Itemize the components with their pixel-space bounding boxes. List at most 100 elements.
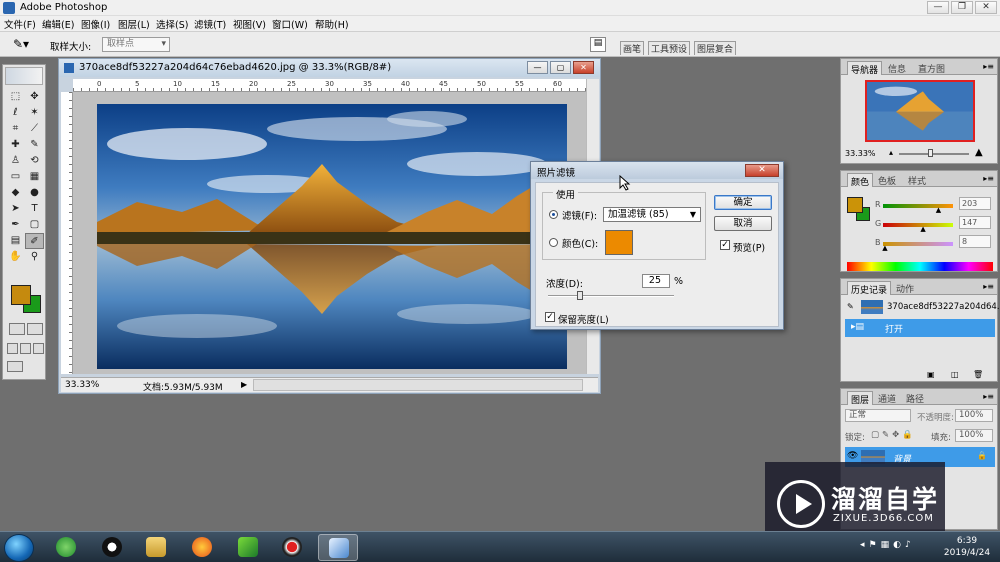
- status-menu-arrow-icon[interactable]: ▶: [241, 380, 247, 389]
- zoom-tool-icon[interactable]: ⚲: [25, 249, 44, 265]
- taskbar-app-recorder[interactable]: [272, 534, 312, 561]
- tab-histogram[interactable]: 直方图: [915, 61, 948, 75]
- panel-menu-icon[interactable]: ▸≡: [983, 62, 994, 71]
- restore-button[interactable]: ❐: [951, 1, 973, 14]
- minimize-button[interactable]: —: [927, 1, 949, 14]
- tab-channels[interactable]: 通道: [875, 391, 899, 405]
- zoom-in-icon[interactable]: ▲: [975, 147, 983, 158]
- color-radio[interactable]: [549, 238, 558, 247]
- blend-mode-select[interactable]: 正常: [845, 409, 911, 422]
- menu-edit[interactable]: 编辑(E): [42, 17, 74, 31]
- blur-tool-icon[interactable]: ◆: [6, 185, 25, 201]
- g-slider-thumb[interactable]: ▲: [920, 225, 925, 233]
- new-snapshot-icon[interactable]: ◫: [951, 370, 959, 379]
- history-step-row[interactable]: ▸▤ 打开: [845, 319, 995, 337]
- palette-well-icon[interactable]: ▤: [590, 37, 606, 52]
- dialog-close-button[interactable]: ✕: [745, 164, 779, 177]
- zoom-out-icon[interactable]: ▴: [889, 148, 893, 157]
- menu-image[interactable]: 图像(I): [81, 17, 110, 31]
- menu-help[interactable]: 帮助(H): [315, 17, 349, 31]
- move-tool-icon[interactable]: ✥: [25, 89, 44, 105]
- ok-button[interactable]: 确定: [714, 195, 772, 210]
- eyedropper-tool-icon[interactable]: ✐: [25, 233, 44, 249]
- horizontal-scrollbar[interactable]: [253, 379, 583, 391]
- sample-size-select[interactable]: 取样点 ▾: [102, 37, 170, 52]
- panel-foreground-swatch[interactable]: [847, 197, 863, 213]
- menu-select[interactable]: 选择(S): [156, 17, 188, 31]
- panel-menu-icon[interactable]: ▸≡: [983, 392, 994, 401]
- marquee-tool-icon[interactable]: ⬚: [6, 89, 25, 105]
- taskbar-app-photoshop[interactable]: [318, 534, 358, 561]
- healing-brush-tool-icon[interactable]: ✚: [6, 137, 25, 153]
- g-slider[interactable]: [883, 223, 953, 227]
- tab-color[interactable]: 颜色: [847, 173, 874, 188]
- close-button[interactable]: ✕: [975, 1, 997, 14]
- b-value[interactable]: 8: [959, 235, 991, 248]
- filter-color-swatch[interactable]: [605, 230, 633, 255]
- g-value[interactable]: 147: [959, 216, 991, 229]
- filter-select[interactable]: 加温滤镜 (85) ▼: [603, 207, 701, 222]
- document-maximize-button[interactable]: ▢: [550, 61, 571, 74]
- navigator-zoom-slider[interactable]: [899, 153, 969, 155]
- screen-mode-standard-icon[interactable]: [7, 343, 18, 354]
- navigator-thumbnail[interactable]: [865, 80, 975, 142]
- density-slider-track[interactable]: [548, 295, 674, 297]
- clock[interactable]: 6:39 2019/4/24: [938, 535, 996, 559]
- foreground-color-swatch[interactable]: [11, 285, 31, 305]
- jump-to-imageready-icon[interactable]: [7, 361, 23, 372]
- menu-filter[interactable]: 滤镜(T): [194, 17, 226, 31]
- tab-history[interactable]: 历史记录: [847, 281, 892, 296]
- tab-actions[interactable]: 动作: [893, 281, 917, 295]
- fill-input[interactable]: 100%: [955, 429, 993, 442]
- history-snapshot-row[interactable]: ✎ 370ace8df53227a204d64...: [845, 298, 1000, 316]
- brush-tool-icon[interactable]: ✎: [25, 137, 44, 153]
- document-minimize-button[interactable]: —: [527, 61, 548, 74]
- gradient-tool-icon[interactable]: ▦: [25, 169, 44, 185]
- dodge-tool-icon[interactable]: ●: [25, 185, 44, 201]
- standard-mode-icon[interactable]: [9, 323, 25, 335]
- opacity-input[interactable]: 100%: [955, 409, 993, 422]
- lasso-tool-icon[interactable]: ℓ: [6, 105, 25, 121]
- menu-file[interactable]: 文件(F): [4, 17, 36, 31]
- type-tool-icon[interactable]: T: [25, 201, 44, 217]
- tab-swatches[interactable]: 色板: [875, 173, 899, 187]
- b-slider[interactable]: [883, 242, 953, 246]
- quick-mask-mode-icon[interactable]: [27, 323, 43, 335]
- system-tray-icons[interactable]: ◂⚑▦◐♪: [860, 540, 915, 550]
- density-slider-thumb[interactable]: [576, 291, 583, 300]
- start-button[interactable]: [4, 534, 34, 562]
- tab-navigator[interactable]: 导航器: [847, 61, 883, 76]
- preserve-luminosity-checkbox[interactable]: ✓: [545, 312, 555, 322]
- shape-tool-icon[interactable]: ▢: [25, 217, 44, 233]
- history-brush-icon[interactable]: ✎: [847, 302, 854, 311]
- path-selection-tool-icon[interactable]: ➤: [6, 201, 25, 217]
- tab-layers[interactable]: 图层: [847, 391, 874, 406]
- panel-menu-icon[interactable]: ▸≡: [983, 282, 994, 291]
- pen-tool-icon[interactable]: ✒: [6, 217, 25, 233]
- taskbar-app-player[interactable]: [228, 534, 268, 561]
- hand-tool-icon[interactable]: ✋: [6, 249, 25, 265]
- taskbar-app-firefox[interactable]: [182, 534, 222, 561]
- navigator-zoom[interactable]: 33.33%: [845, 149, 876, 158]
- tab-info[interactable]: 信息: [885, 61, 909, 75]
- clone-stamp-tool-icon[interactable]: ♙: [6, 153, 25, 169]
- taskbar-app-qq[interactable]: [92, 534, 132, 561]
- color-spectrum-bar[interactable]: [847, 262, 993, 271]
- canvas-area[interactable]: [73, 92, 586, 374]
- crop-tool-icon[interactable]: ⌗: [6, 121, 25, 137]
- lock-options-icon[interactable]: ▢✎✥🔒: [871, 430, 916, 440]
- panel-menu-icon[interactable]: ▸≡: [983, 174, 994, 183]
- tab-paths[interactable]: 路径: [903, 391, 927, 405]
- well-tab-tool-presets[interactable]: 工具预设: [648, 41, 691, 55]
- density-input[interactable]: 25: [642, 274, 670, 288]
- eraser-tool-icon[interactable]: ▭: [6, 169, 25, 185]
- preview-checkbox[interactable]: ✓: [720, 240, 730, 250]
- eyedropper-icon[interactable]: ✎▾: [13, 37, 29, 51]
- slice-tool-icon[interactable]: ⟋: [25, 121, 44, 137]
- taskbar-app-explorer[interactable]: [136, 534, 176, 561]
- well-tab-brushes[interactable]: 画笔: [620, 41, 645, 55]
- filter-radio[interactable]: [549, 210, 558, 219]
- b-slider-thumb[interactable]: ▲: [882, 244, 887, 252]
- menu-layer[interactable]: 图层(L): [118, 17, 150, 31]
- menu-window[interactable]: 窗口(W): [272, 17, 308, 31]
